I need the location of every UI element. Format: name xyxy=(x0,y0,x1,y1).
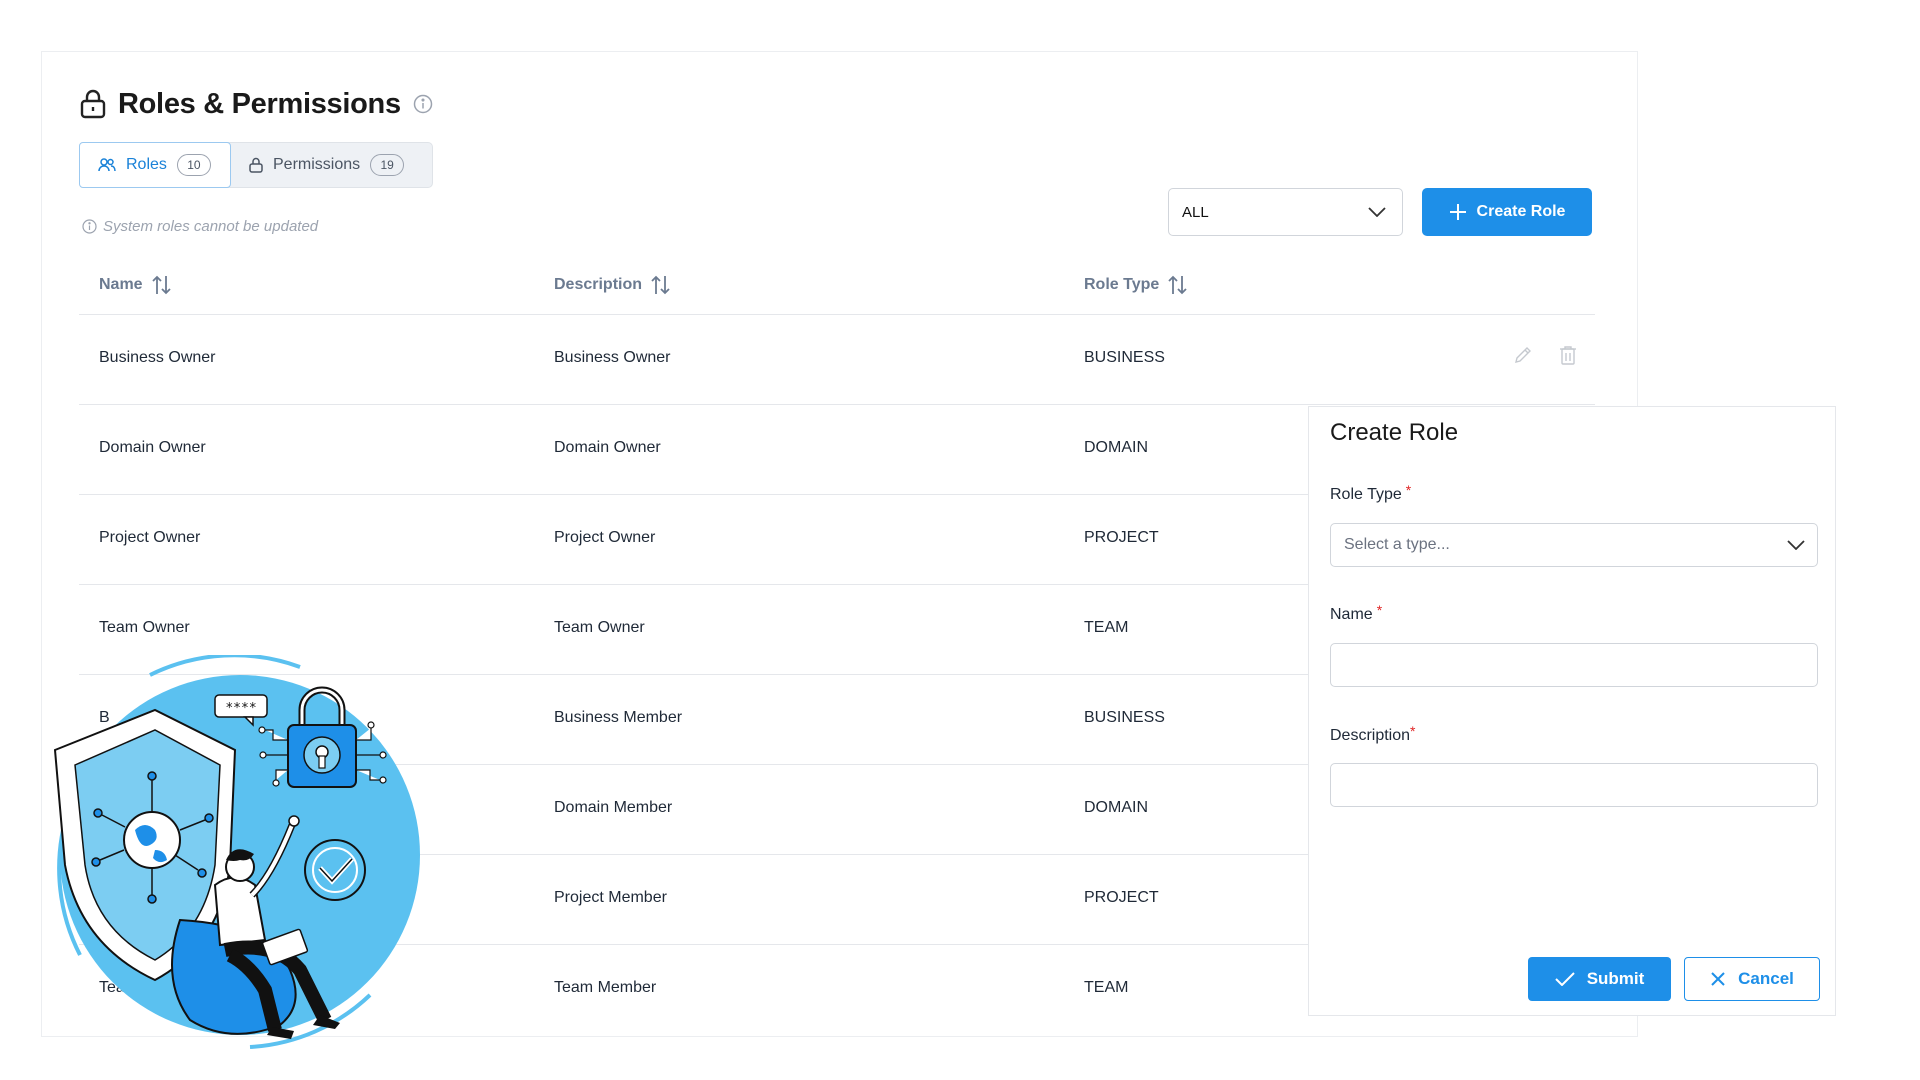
role-type: BUSINESS xyxy=(1084,709,1165,726)
hint-text: System roles cannot be updated xyxy=(103,218,319,235)
role-description: Team Owner xyxy=(554,619,645,636)
role-description: Project Owner xyxy=(554,529,656,546)
permissions-count-badge: 19 xyxy=(370,154,405,176)
panel-title: Create Role xyxy=(1330,419,1459,446)
role-description: Business Owner xyxy=(554,349,671,366)
tab-permissions[interactable]: Permissions 19 xyxy=(231,143,422,187)
column-header-description[interactable]: Description xyxy=(554,274,671,296)
tab-roles-label: Roles xyxy=(126,156,167,173)
submit-button[interactable]: Submit xyxy=(1528,957,1671,1001)
role-description: Team Member xyxy=(554,979,657,996)
role-type: DOMAIN xyxy=(1084,799,1148,816)
row-actions xyxy=(1513,345,1577,365)
submit-label: Submit xyxy=(1586,969,1645,988)
table-header: Name Description Role Type xyxy=(79,258,1595,315)
lock-icon xyxy=(249,157,263,173)
role-type-placeholder: Select a type... xyxy=(1344,536,1450,553)
column-description-label: Description xyxy=(554,276,643,293)
trash-icon[interactable] xyxy=(1559,345,1577,365)
info-icon[interactable] xyxy=(413,94,433,114)
edit-pencil-icon[interactable] xyxy=(1513,345,1533,365)
page-header: Roles & Permissions xyxy=(80,84,433,124)
role-name: Business Owner xyxy=(99,349,216,366)
info-icon xyxy=(82,219,97,234)
check-icon xyxy=(1554,972,1575,986)
security-illustration: **** xyxy=(53,655,420,1049)
role-type: TEAM xyxy=(1084,619,1129,636)
column-name-label: Name xyxy=(99,276,143,293)
name-label: Name * xyxy=(1330,602,1382,624)
chevron-down-icon xyxy=(1787,540,1805,550)
tab-permissions-label: Permissions xyxy=(273,156,361,173)
sort-icon xyxy=(651,275,670,295)
page-title: Roles & Permissions xyxy=(118,87,401,120)
column-role-type-label: Role Type xyxy=(1084,276,1160,293)
close-icon xyxy=(1711,972,1725,986)
tab-bar: Roles 10 Permissions 19 xyxy=(79,142,433,188)
sort-icon xyxy=(151,275,171,295)
cancel-button[interactable]: Cancel xyxy=(1684,957,1820,1001)
role-type: PROJECT xyxy=(1084,889,1159,906)
role-type: BUSINESS xyxy=(1084,349,1165,366)
create-role-button[interactable]: Create Role xyxy=(1422,188,1592,236)
role-description: Domain Member xyxy=(554,799,673,816)
column-header-role-type[interactable]: Role Type xyxy=(1084,274,1188,296)
create-role-label: Create Role xyxy=(1476,203,1566,220)
password-bubble-text: **** xyxy=(225,701,256,716)
tab-roles[interactable]: Roles 10 xyxy=(79,142,231,188)
role-type-filter-select[interactable]: ALL xyxy=(1168,188,1403,236)
sort-icon xyxy=(1168,275,1187,295)
system-roles-hint: System roles cannot be updated xyxy=(82,218,318,235)
cancel-label: Cancel xyxy=(1738,969,1794,988)
chevron-down-icon xyxy=(1368,207,1386,217)
role-name: Project Owner xyxy=(99,529,201,546)
role-description: Project Member xyxy=(554,889,667,906)
role-type: TEAM xyxy=(1084,979,1129,996)
filter-value: ALL xyxy=(1182,203,1209,221)
plus-icon xyxy=(1449,204,1466,220)
lock-icon xyxy=(80,89,106,119)
name-label-text: Name xyxy=(1330,606,1373,623)
role-type-select[interactable]: Select a type... xyxy=(1330,523,1818,567)
table-row[interactable]: Business Owner Business Owner BUSINESS xyxy=(79,315,1595,405)
role-name: Team Owner xyxy=(99,619,190,636)
roles-count-badge: 10 xyxy=(176,154,211,176)
role-description: Business Member xyxy=(554,709,683,726)
role-type: PROJECT xyxy=(1084,529,1159,546)
required-mark: * xyxy=(1410,723,1416,739)
required-mark: * xyxy=(1405,482,1412,498)
description-label: Description* xyxy=(1330,723,1415,745)
role-description: Domain Owner xyxy=(554,439,661,456)
role-type-label: Role Type * xyxy=(1330,482,1411,504)
users-icon xyxy=(98,158,116,172)
role-type: DOMAIN xyxy=(1084,439,1148,456)
role-name: Domain Owner xyxy=(99,439,206,456)
description-input[interactable] xyxy=(1330,763,1818,807)
column-header-name[interactable]: Name xyxy=(99,274,172,296)
required-mark: * xyxy=(1376,602,1383,618)
create-role-panel: Create Role Role Type * Select a type... … xyxy=(1308,406,1836,1016)
description-label-text: Description xyxy=(1330,727,1411,744)
role-type-label-text: Role Type xyxy=(1330,486,1402,503)
name-input[interactable] xyxy=(1330,643,1818,687)
